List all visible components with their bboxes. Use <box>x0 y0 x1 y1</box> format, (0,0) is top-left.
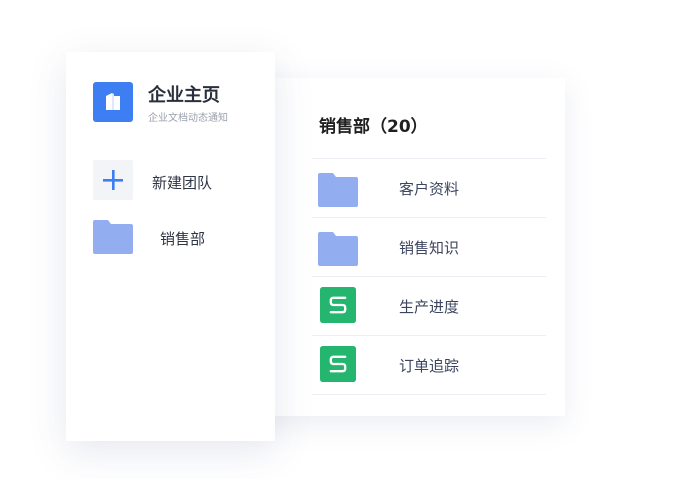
plus-icon <box>103 170 123 190</box>
list-item-label: 生产进度 <box>399 298 460 316</box>
new-team-icon-box <box>93 160 133 200</box>
app-title: 企业主页 <box>148 85 220 106</box>
file-list: 客户资料 销售知识 生产进度 订单追踪 <box>312 158 546 395</box>
page: 销售部（20） 客户资料 销售知识 生产进度 订单追踪 企业主页 企业文档动态通… <box>0 0 686 479</box>
folder-icon <box>93 220 133 254</box>
folder-icon <box>318 173 358 207</box>
department-content-panel: 销售部（20） 客户资料 销售知识 生产进度 订单追踪 <box>250 78 565 416</box>
list-item-label: 销售知识 <box>399 239 460 257</box>
list-item-label: 订单追踪 <box>399 357 460 375</box>
spreadsheet-icon <box>320 346 356 382</box>
folder-icon <box>318 232 358 266</box>
department-title: 销售部（20） <box>319 117 428 137</box>
new-team-label: 新建团队 <box>152 174 213 192</box>
new-team-button[interactable]: 新建团队 <box>93 160 263 202</box>
book-logo-icon <box>106 93 120 110</box>
spreadsheet-icon <box>320 287 356 323</box>
list-item[interactable]: 销售知识 <box>312 217 546 276</box>
list-item-label: 客户资料 <box>399 180 460 198</box>
list-item[interactable]: 客户资料 <box>312 158 546 217</box>
app-logo <box>93 82 133 122</box>
list-item[interactable]: 订单追踪 <box>312 335 546 395</box>
sidebar-item-sales[interactable]: 销售部 <box>93 218 263 258</box>
list-item[interactable]: 生产进度 <box>312 276 546 335</box>
sidebar: 企业主页 企业文档动态通知 新建团队 销售部 <box>66 52 275 441</box>
sidebar-item-label: 销售部 <box>160 230 206 248</box>
app-subtitle: 企业文档动态通知 <box>148 113 228 124</box>
